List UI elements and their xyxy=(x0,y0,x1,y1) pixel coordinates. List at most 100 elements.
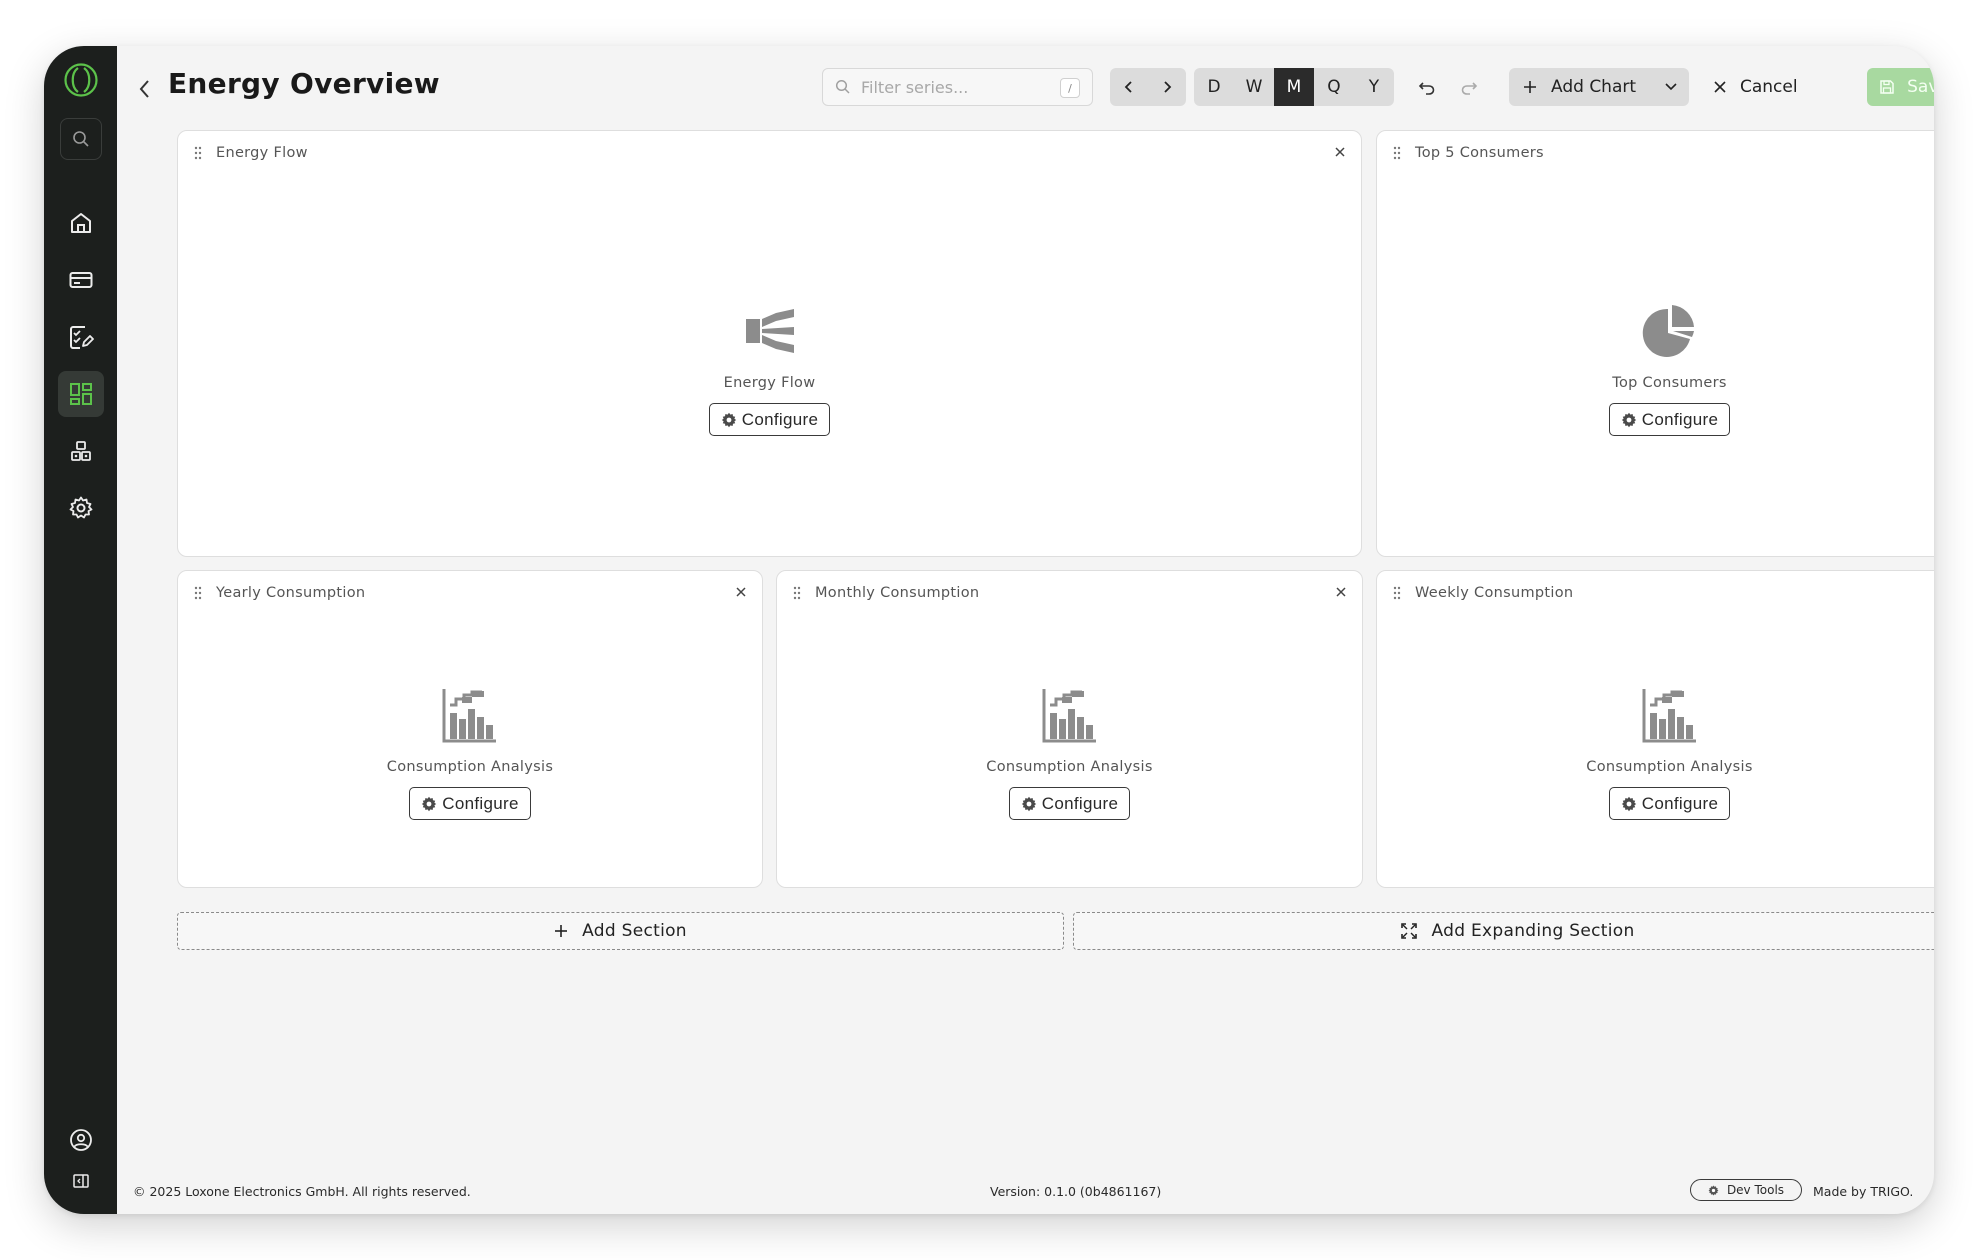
bar-chart-icon xyxy=(1642,689,1696,743)
toolbar: Energy Overview / D W M xyxy=(117,46,1934,130)
copyright-text: © 2025 Loxone Electronics GmbH. All righ… xyxy=(133,1184,471,1199)
add-chart-button[interactable]: Add Chart xyxy=(1509,68,1689,106)
dev-tools-button[interactable]: Dev Tools xyxy=(1690,1179,1802,1201)
energy-flow-icon xyxy=(745,309,794,353)
chevron-left-icon xyxy=(1124,81,1132,93)
card-placeholder: Top Consumers Configure xyxy=(1377,303,1934,436)
sidebar-item-dashboards[interactable] xyxy=(57,371,104,417)
card-header: Weekly Consumption xyxy=(1391,581,1934,605)
card-placeholder: Consumption Analysis Configure xyxy=(1377,687,1934,820)
card-header: Monthly Consumption xyxy=(791,581,1350,605)
blocks-icon xyxy=(70,441,91,461)
redo-button[interactable] xyxy=(1457,76,1481,100)
bar-chart-icon xyxy=(442,689,496,743)
remove-card-button[interactable] xyxy=(1331,143,1349,161)
remove-card-button[interactable] xyxy=(1932,143,1934,161)
sidebar-item-tasks[interactable] xyxy=(58,314,104,360)
add-expanding-section-label: Add Expanding Section xyxy=(1431,921,1635,941)
close-icon xyxy=(1714,81,1726,93)
card-placeholder: Consumption Analysis Configure xyxy=(178,687,762,820)
chart-card-yearly-consumption: Yearly Consumption Consumption Analysis … xyxy=(177,570,763,888)
add-expanding-section-button[interactable]: Add Expanding Section xyxy=(1073,912,1934,950)
version-text: Version: 0.1.0 (0b4861167) xyxy=(990,1184,1162,1199)
period-day-button[interactable]: D xyxy=(1194,68,1234,106)
sidebar-collapse-button[interactable] xyxy=(72,1172,90,1194)
chart-card-energy-flow: Energy Flow Energy Flow Configure xyxy=(177,130,1362,557)
gear-icon xyxy=(1621,412,1636,427)
period-quarter-button[interactable]: Q xyxy=(1314,68,1354,106)
close-icon xyxy=(1336,587,1346,597)
card-header: Energy Flow xyxy=(192,141,1349,165)
back-button[interactable] xyxy=(133,74,157,104)
configure-button[interactable]: Configure xyxy=(1608,787,1731,820)
save-label: Save xyxy=(1907,77,1934,97)
gear-icon xyxy=(1021,796,1036,811)
loxone-logo-icon[interactable] xyxy=(63,62,99,98)
previous-period-button[interactable] xyxy=(1110,68,1148,106)
keyboard-shortcut-hint: / xyxy=(1060,78,1080,98)
configure-button[interactable]: Configure xyxy=(1008,787,1131,820)
drag-handle-icon[interactable] xyxy=(1391,144,1403,162)
next-period-button[interactable] xyxy=(1148,68,1186,106)
configure-label: Configure xyxy=(1641,793,1719,813)
sidebar-item-home[interactable] xyxy=(58,200,104,246)
chart-type-label: Consumption Analysis xyxy=(386,759,554,775)
card-title: Top 5 Consumers xyxy=(1415,145,1544,161)
card-title: Energy Flow xyxy=(216,145,308,161)
undo-button[interactable] xyxy=(1415,76,1439,100)
add-section-button[interactable]: Add Section xyxy=(177,912,1064,950)
sidebar-nav xyxy=(57,200,104,542)
period-week-button[interactable]: W xyxy=(1234,68,1274,106)
card-icon xyxy=(69,272,92,288)
remove-card-button[interactable] xyxy=(732,583,750,601)
undo-icon xyxy=(1418,82,1435,95)
sidebar-item-cards[interactable] xyxy=(58,257,104,303)
configure-button[interactable]: Configure xyxy=(708,403,831,436)
remove-card-button[interactable] xyxy=(1932,583,1934,601)
pie-chart-icon xyxy=(1642,305,1694,357)
add-chart-main[interactable]: Add Chart xyxy=(1509,68,1653,106)
period-navigation xyxy=(1110,68,1186,106)
plus-icon xyxy=(555,925,568,937)
search-icon xyxy=(72,131,89,147)
gear-icon xyxy=(422,796,437,811)
dashboard-icon xyxy=(69,383,92,405)
cancel-button[interactable]: Cancel xyxy=(1714,68,1798,106)
card-header: Top 5 Consumers xyxy=(1391,141,1934,165)
period-month-button[interactable]: M xyxy=(1274,68,1314,106)
chart-card-weekly-consumption: Weekly Consumption Consumption Analysis … xyxy=(1376,570,1934,888)
footer: © 2025 Loxone Electronics GmbH. All righ… xyxy=(117,1174,1934,1214)
drag-handle-icon[interactable] xyxy=(791,584,803,602)
filter-series-field[interactable]: / xyxy=(822,68,1093,106)
add-chart-dropdown-button[interactable] xyxy=(1653,68,1689,106)
drag-handle-icon[interactable] xyxy=(192,584,204,602)
app-window: Energy Overview / D W M xyxy=(44,46,1934,1214)
remove-card-button[interactable] xyxy=(1332,583,1350,601)
save-button[interactable]: Save xyxy=(1867,68,1934,106)
drag-handle-icon[interactable] xyxy=(192,144,204,162)
sidebar-item-devices[interactable] xyxy=(58,428,104,474)
configure-button[interactable]: Configure xyxy=(1608,403,1731,436)
card-title: Weekly Consumption xyxy=(1415,585,1574,601)
sidebar-search-button[interactable] xyxy=(59,118,102,160)
sidebar-item-account[interactable] xyxy=(69,1128,93,1156)
chart-type-label: Consumption Analysis xyxy=(986,759,1153,775)
chart-card-top-consumers: Top 5 Consumers Top Consumers Configure xyxy=(1376,130,1934,557)
search-icon xyxy=(835,79,850,94)
configure-label: Configure xyxy=(1041,793,1119,813)
drag-handle-icon[interactable] xyxy=(1391,584,1403,602)
configure-button[interactable]: Configure xyxy=(409,787,531,820)
user-circle-icon xyxy=(69,1129,92,1151)
chevron-left-icon xyxy=(139,80,149,98)
period-year-button[interactable]: Y xyxy=(1354,68,1394,106)
collapse-sidebar-icon xyxy=(72,1174,89,1188)
page-title: Energy Overview xyxy=(168,67,440,100)
add-chart-label: Add Chart xyxy=(1551,77,1637,97)
gear-icon xyxy=(1621,796,1636,811)
gear-icon xyxy=(721,412,736,427)
add-section-label: Add Section xyxy=(582,921,687,941)
sidebar-item-settings[interactable] xyxy=(58,485,104,531)
sidebar xyxy=(44,46,117,1214)
filter-series-input[interactable] xyxy=(861,77,1051,97)
card-header: Yearly Consumption xyxy=(192,581,750,605)
